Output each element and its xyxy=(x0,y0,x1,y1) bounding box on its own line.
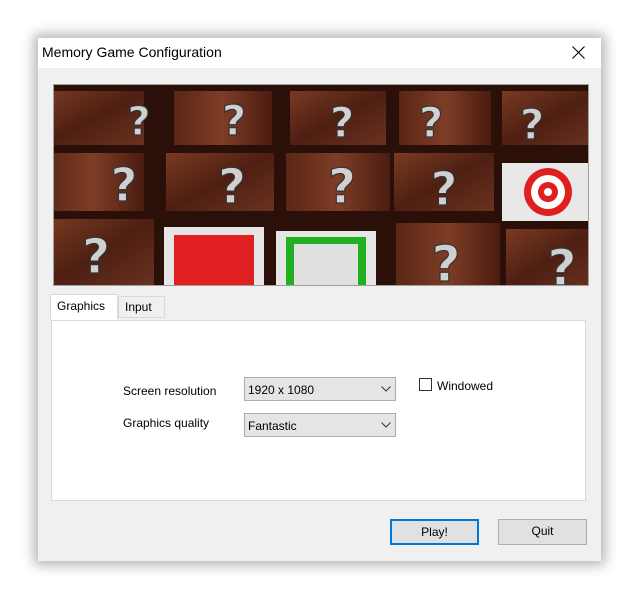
chevron-down-icon xyxy=(381,422,391,428)
green-card xyxy=(276,231,376,285)
question-mark-glyph: ? xyxy=(218,159,246,215)
tab-graphics[interactable]: Graphics xyxy=(50,294,118,320)
graphics-quality-value: Fantastic xyxy=(248,419,297,433)
window-title: Memory Game Configuration xyxy=(42,44,222,60)
question-mark-glyph: ? xyxy=(419,98,443,147)
config-dialog: Memory Game Configuration ? ? ? ? ? ? ? … xyxy=(38,38,601,561)
graphics-tab-panel: Screen resolution 1920 x 1080 Windowed G… xyxy=(51,320,586,501)
question-mark-glyph: ? xyxy=(111,158,138,212)
red-card xyxy=(164,227,264,285)
close-icon xyxy=(572,46,585,59)
screen-resolution-select[interactable]: 1920 x 1080 xyxy=(244,377,396,401)
screen-resolution-value: 1920 x 1080 xyxy=(248,383,315,397)
graphics-quality-label: Graphics quality xyxy=(123,416,210,430)
play-button[interactable]: Play! xyxy=(390,519,479,545)
close-button[interactable] xyxy=(555,38,601,68)
target-card xyxy=(502,163,588,221)
question-mark-glyph: ? xyxy=(222,96,246,145)
card-board-illustration: ? ? ? ? ? ? ? ? ? ? ? ? xyxy=(54,85,588,285)
quit-button[interactable]: Quit xyxy=(498,519,587,545)
game-preview-banner: ? ? ? ? ? ? ? ? ? ? ? ? xyxy=(53,84,589,286)
chevron-down-icon xyxy=(381,386,391,392)
question-mark-glyph: ? xyxy=(127,99,150,145)
question-mark-glyph: ? xyxy=(328,159,356,215)
windowed-checkbox[interactable] xyxy=(419,378,432,391)
windowed-label: Windowed xyxy=(437,379,494,393)
question-mark-glyph: ? xyxy=(82,229,110,285)
question-mark-glyph: ? xyxy=(431,162,458,216)
question-mark-glyph: ? xyxy=(520,100,544,149)
title-bar[interactable]: Memory Game Configuration xyxy=(38,38,601,68)
tab-input[interactable]: Input xyxy=(118,296,165,318)
question-mark-glyph: ? xyxy=(330,98,354,147)
question-mark-glyph: ? xyxy=(431,235,460,285)
question-mark-glyph: ? xyxy=(547,239,576,285)
screen-resolution-label: Screen resolution xyxy=(123,384,217,398)
graphics-quality-select[interactable]: Fantastic xyxy=(244,413,396,437)
